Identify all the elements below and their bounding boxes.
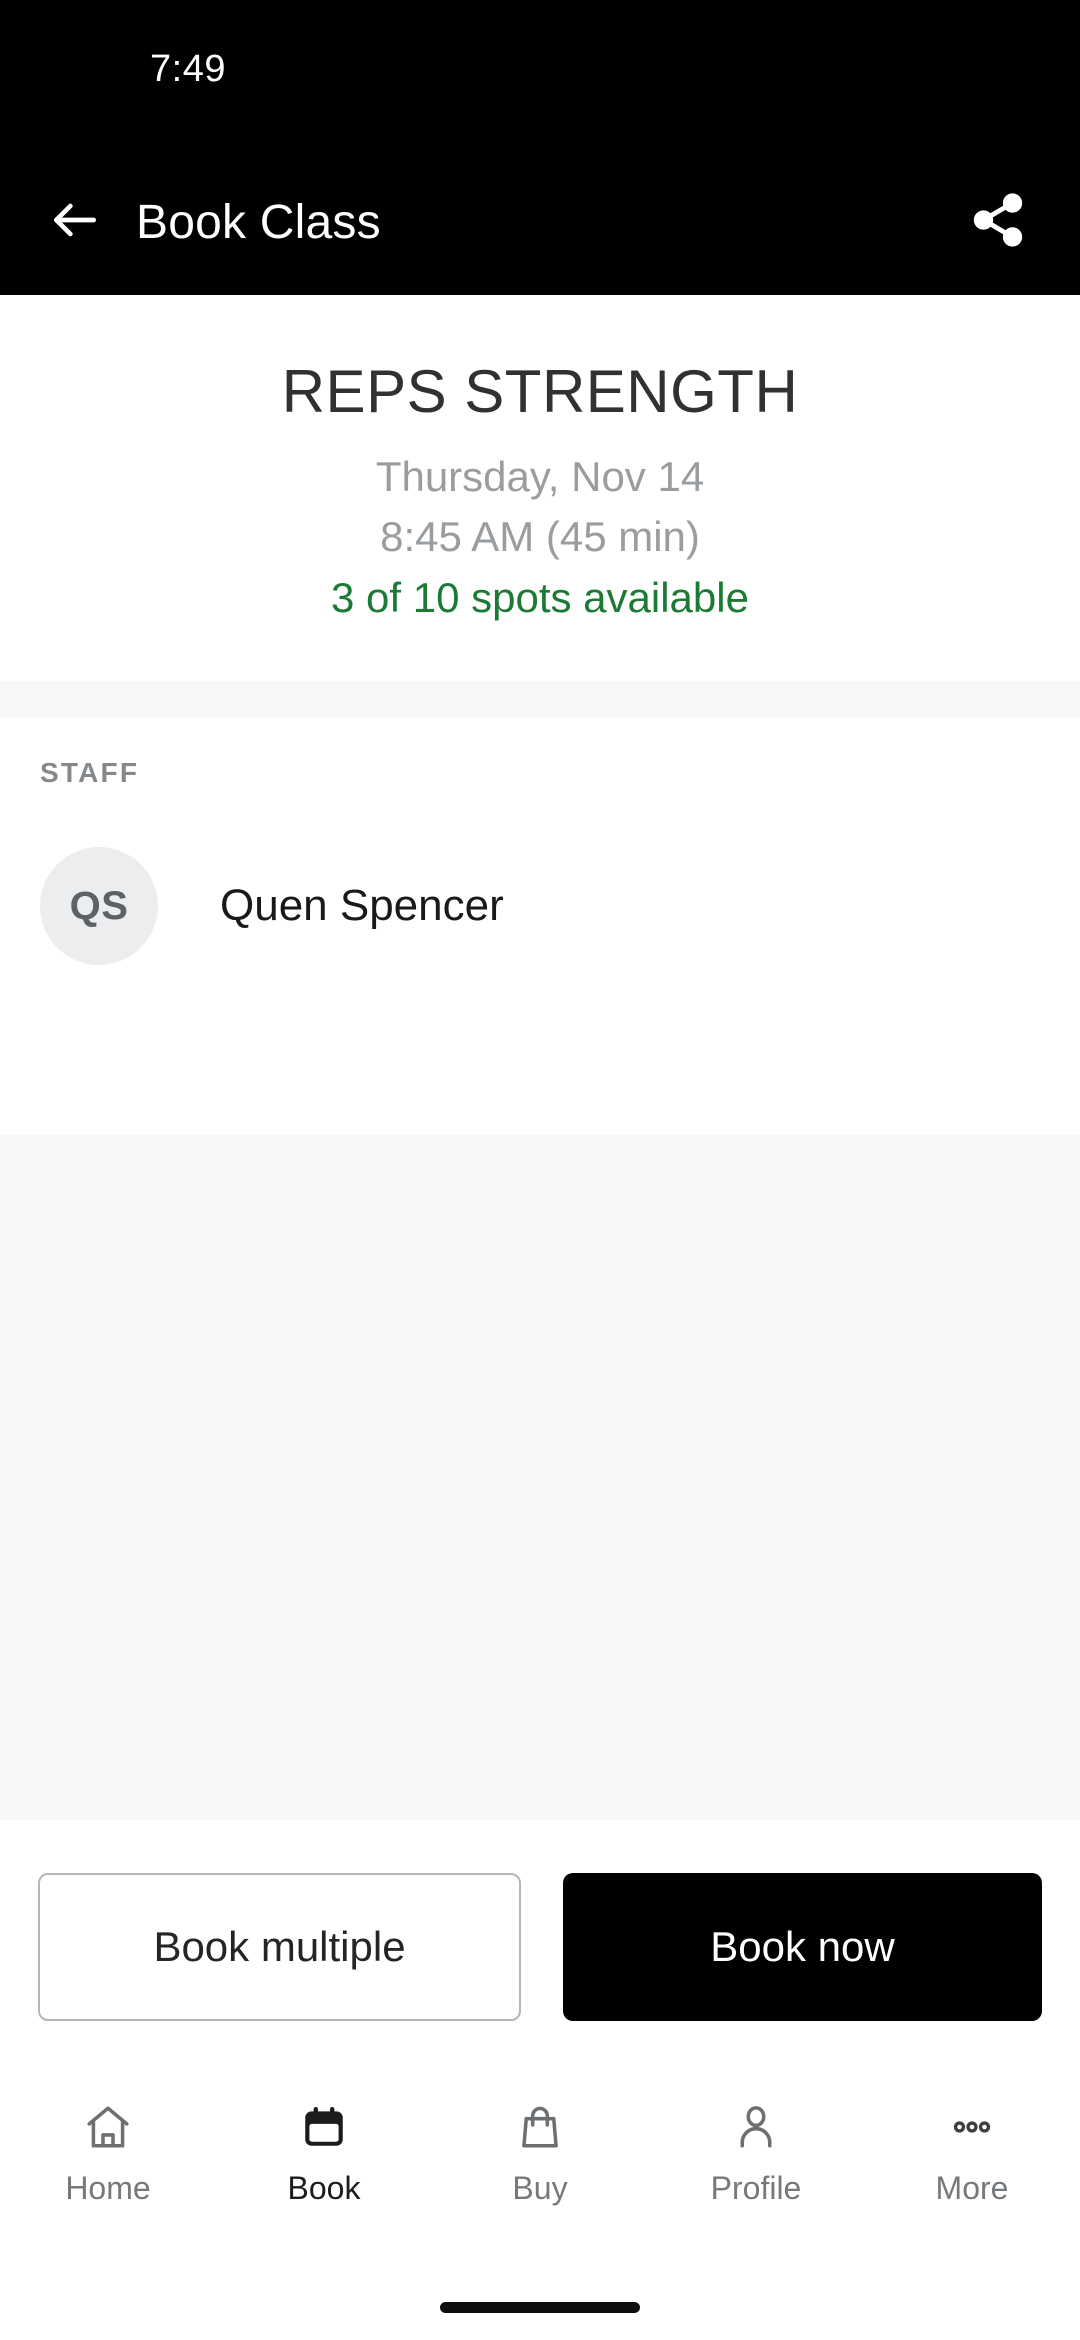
status-bar-clock: 7:49 xyxy=(150,48,226,90)
phone-screen: 7:49 Book Class REPS STRENGTH Thursday, … xyxy=(0,0,1080,2340)
book-multiple-button[interactable]: Book multiple xyxy=(38,1873,521,2021)
back-button[interactable] xyxy=(42,190,108,256)
share-icon xyxy=(969,191,1027,254)
nav-label-home: Home xyxy=(65,2170,151,2206)
nav-label-book: Book xyxy=(287,2170,361,2206)
home-indicator[interactable] xyxy=(440,2301,640,2313)
avatar-initials: QS xyxy=(69,883,129,928)
content-area: REPS STRENGTH Thursday, Nov 14 8:45 AM (… xyxy=(0,295,1080,1820)
class-summary-card: REPS STRENGTH Thursday, Nov 14 8:45 AM (… xyxy=(0,295,1080,682)
nav-label-more: More xyxy=(935,2170,1009,2206)
shopping-bag-icon xyxy=(515,2096,565,2158)
book-now-button[interactable]: Book now xyxy=(563,1873,1042,2021)
class-time-duration: 8:45 AM (45 min) xyxy=(380,513,700,561)
staff-section-label: STAFF xyxy=(40,757,140,789)
status-bar: 7:49 xyxy=(0,0,1080,150)
share-button[interactable] xyxy=(962,187,1034,259)
section-divider xyxy=(0,681,1080,718)
home-icon xyxy=(83,2096,133,2158)
nav-item-home[interactable]: Home xyxy=(0,2096,216,2207)
avatar: QS xyxy=(40,847,158,966)
person-icon xyxy=(731,2096,781,2158)
home-indicator-area xyxy=(0,2274,1080,2340)
class-date: Thursday, Nov 14 xyxy=(375,453,705,500)
nav-item-book[interactable]: Book xyxy=(216,2096,432,2207)
staff-list-item[interactable]: QS Quen Spencer xyxy=(40,847,1040,966)
nav-item-profile[interactable]: Profile xyxy=(648,2096,864,2207)
ellipsis-icon xyxy=(947,2096,997,2158)
action-bar: Book multiple Book now xyxy=(0,1820,1080,2074)
page-title: Book Class xyxy=(136,196,381,249)
class-spots-available: 3 of 10 spots available xyxy=(331,573,749,621)
bottom-navigation: Home Book Buy Profile More xyxy=(0,2074,1080,2274)
nav-item-more[interactable]: More xyxy=(864,2096,1080,2207)
arrow-left-icon xyxy=(47,192,103,253)
app-bar: Book Class xyxy=(0,150,1080,295)
calendar-icon xyxy=(299,2096,349,2158)
staff-section: STAFF QS Quen Spencer xyxy=(0,717,1080,1136)
class-title: REPS STRENGTH xyxy=(281,358,799,425)
staff-name: Quen Spencer xyxy=(220,881,504,931)
nav-label-profile: Profile xyxy=(710,2170,802,2206)
empty-space xyxy=(0,1135,1080,1820)
nav-label-buy: Buy xyxy=(512,2170,568,2206)
nav-item-buy[interactable]: Buy xyxy=(432,2096,648,2207)
